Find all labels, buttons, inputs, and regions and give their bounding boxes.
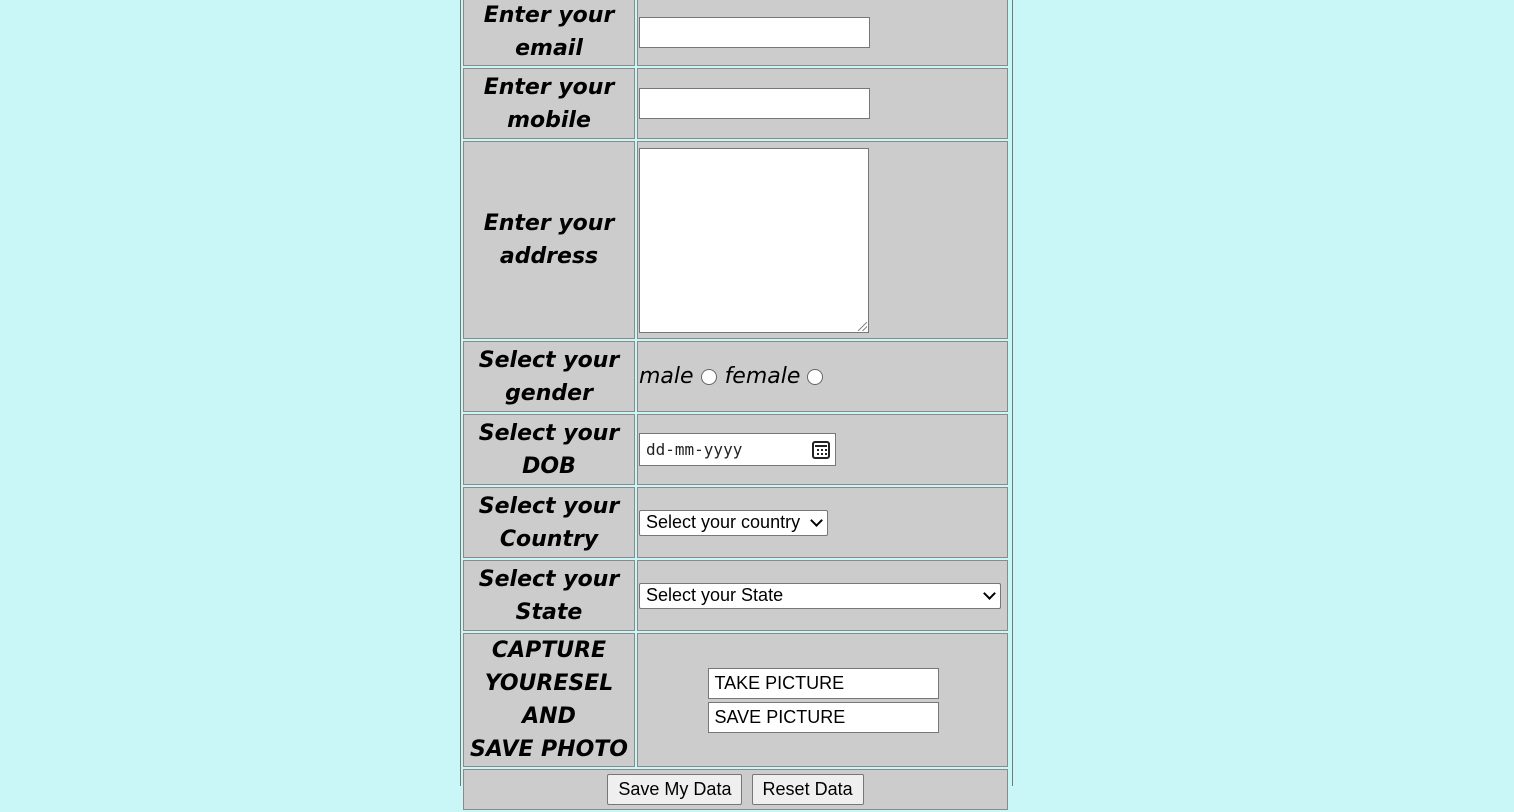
mobile-label-line2: mobile <box>507 107 591 133</box>
gender-radio-female[interactable] <box>807 368 824 385</box>
email-label-line2: email <box>515 36 583 61</box>
gender-label-line1: Select your <box>478 347 620 373</box>
gender-radio-male[interactable] <box>700 368 717 385</box>
mobile-row: Enter your mobile <box>463 68 1008 139</box>
calendar-icon[interactable] <box>812 440 830 459</box>
address-field-cell <box>637 141 1008 339</box>
country-label: Select your Country <box>463 487 635 558</box>
save-my-data-button[interactable]: Save My Data <box>607 774 743 805</box>
state-field-cell: Select your State <box>637 560 1008 631</box>
dob-row: Select your DOB dd-mm-yyyy <box>463 414 1008 485</box>
mobile-field[interactable] <box>639 88 870 119</box>
dob-label-line1: Select your <box>478 420 620 446</box>
gender-row: Select your gender male female <box>463 341 1008 412</box>
address-textarea[interactable] <box>639 147 869 333</box>
dob-date-input[interactable]: dd-mm-yyyy <box>639 433 836 466</box>
photo-label-line1: CAPTURE <box>491 638 607 663</box>
mobile-field-cell <box>637 68 1008 139</box>
mobile-label: Enter your mobile <box>463 68 635 139</box>
email-field[interactable] <box>639 16 870 48</box>
address-label: Enter your address <box>463 141 635 339</box>
country-label-line2: Country <box>499 526 599 552</box>
photo-buttons: TAKE PICTURE SAVE PICTURE <box>639 667 1007 733</box>
country-field-cell: Select your country <box>637 487 1008 558</box>
chevron-down-icon <box>983 587 996 600</box>
gender-option-male-label: male <box>639 364 694 389</box>
form-table: Enter your email Enter your mobile Enter… <box>461 0 1010 812</box>
state-label-line2: State <box>515 599 583 625</box>
gender-label: Select your gender <box>463 341 635 412</box>
registration-form: Enter your email Enter your mobile Enter… <box>460 0 1013 812</box>
email-field-cell <box>637 0 1008 66</box>
reset-data-button[interactable]: Reset Data <box>751 774 864 805</box>
state-label: Select your State <box>463 560 635 631</box>
state-select[interactable]: Select your State <box>639 582 1001 609</box>
photo-row: CAPTURE YOURESEL AND SAVE PHOTO TAKE PIC… <box>463 633 1008 767</box>
photo-label-line3: SAVE PHOTO <box>469 737 629 762</box>
chevron-down-icon <box>810 514 823 527</box>
dob-label: Select your DOB <box>463 414 635 485</box>
country-label-line1: Select your <box>478 493 620 519</box>
gender-options: male female <box>639 364 1007 389</box>
country-select-value: Select your country <box>646 512 801 532</box>
dob-field-cell: dd-mm-yyyy <box>637 414 1008 485</box>
address-label-line1: Enter your <box>483 211 615 236</box>
gender-field-cell: male female <box>637 341 1008 412</box>
address-row: Enter your address <box>463 141 1008 339</box>
resize-grip-icon[interactable] <box>858 321 867 331</box>
email-label: Enter your email <box>463 0 635 66</box>
email-row: Enter your email <box>463 0 1008 66</box>
email-label-line1: Enter your <box>483 3 615 28</box>
state-row: Select your State Select your State <box>463 560 1008 631</box>
state-label-line1: Select your <box>478 566 620 592</box>
actions-cell: Save My Data Reset Data <box>463 769 1008 810</box>
photo-label: CAPTURE YOURESEL AND SAVE PHOTO <box>463 633 635 767</box>
save-picture-button[interactable]: SAVE PICTURE <box>707 701 939 733</box>
gender-option-female-label: female <box>724 364 801 389</box>
dob-label-line2: DOB <box>522 453 576 479</box>
country-row: Select your Country Select your country <box>463 487 1008 558</box>
take-picture-button[interactable]: TAKE PICTURE <box>707 667 939 699</box>
photo-field-cell: TAKE PICTURE SAVE PICTURE <box>637 633 1008 767</box>
photo-label-line2: YOURESEL AND <box>484 671 614 729</box>
state-select-value: Select your State <box>646 585 784 605</box>
mobile-label-line1: Enter your <box>483 74 615 100</box>
country-select[interactable]: Select your country <box>639 509 828 536</box>
actions-row: Save My Data Reset Data <box>463 769 1008 810</box>
gender-label-line2: gender <box>505 380 593 406</box>
address-label-line2: address <box>499 244 599 269</box>
dob-placeholder: dd-mm-yyyy <box>646 440 743 459</box>
